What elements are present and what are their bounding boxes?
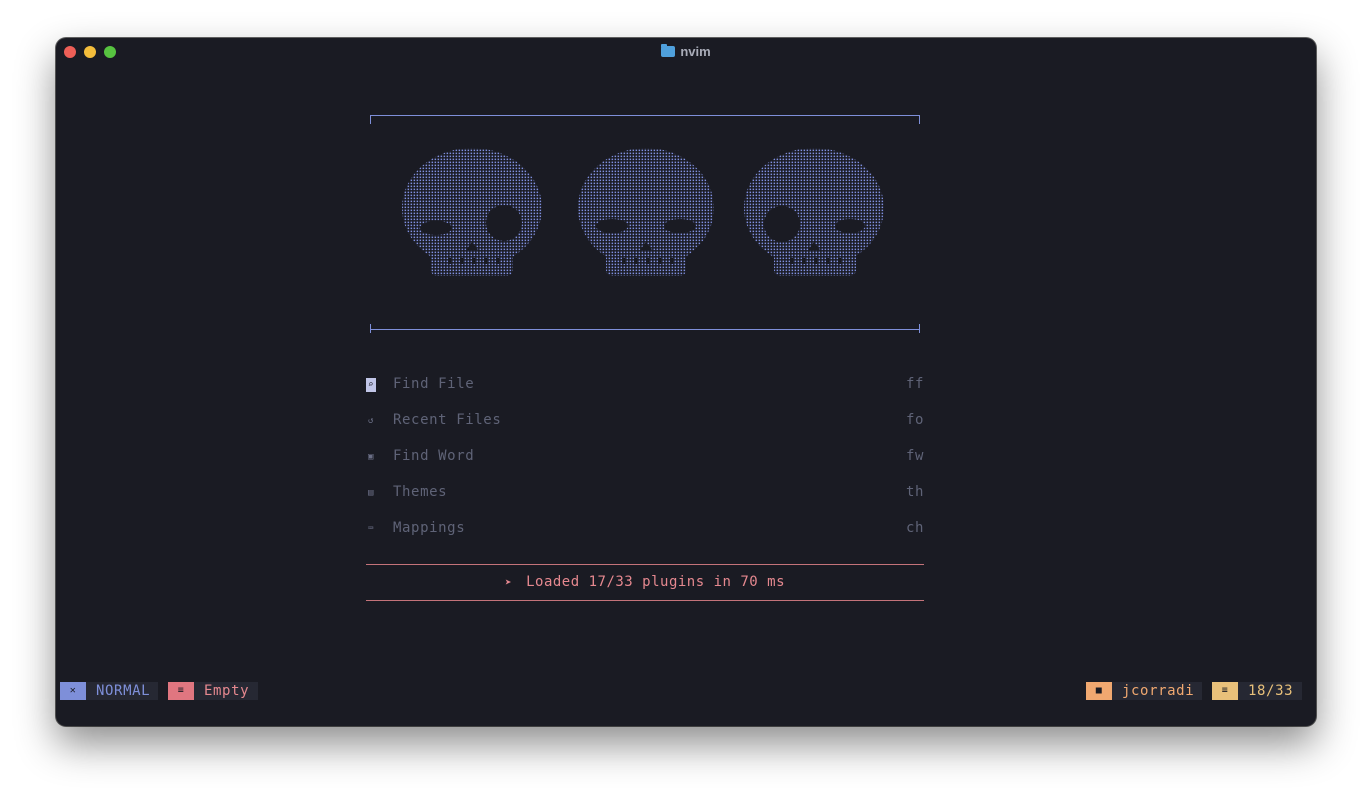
search-icon: ⌕ <box>366 378 376 392</box>
footer-top-separator <box>366 564 924 565</box>
keyboard-icon: ⌨ <box>367 524 375 534</box>
menu-item-label: Find File <box>393 376 475 392</box>
mode-label: NORMAL <box>96 683 151 699</box>
file-label: Empty <box>204 683 250 699</box>
cwd-label: jcorradi <box>1122 683 1195 699</box>
menu-item-find-word[interactable]: ▣ Find Word fw <box>366 448 924 468</box>
file-indicator: ≡ Empty <box>168 682 258 700</box>
position-label: 18/33 <box>1248 683 1294 699</box>
window-title-text: nvim <box>680 44 711 59</box>
menu-item-shortcut: fo <box>905 412 924 428</box>
header-top-right-tick <box>919 115 920 124</box>
skull-ascii-art <box>386 146 906 296</box>
header-bottom-border <box>370 329 920 330</box>
mode-indicator: ✕ NORMAL <box>60 682 158 700</box>
terminal-window: nvim ⌕ Find File ff ↺ Recent Files fo ▣ … <box>56 38 1316 726</box>
history-icon: ↺ <box>367 416 375 426</box>
menu-item-shortcut: fw <box>905 448 924 464</box>
lines-icon: ≡ <box>1212 682 1238 700</box>
menu-item-label: Mappings <box>393 520 466 536</box>
menu-item-shortcut: th <box>905 484 924 500</box>
plugin-load-text: Loaded 17/33 plugins in 70 ms <box>526 574 786 590</box>
vim-icon: ✕ <box>60 682 86 700</box>
title-bar: nvim <box>56 38 1316 66</box>
menu-item-shortcut: ch <box>905 520 924 536</box>
word-icon: ▣ <box>367 452 375 462</box>
header-top-border <box>370 115 920 116</box>
skull-right <box>386 146 906 296</box>
menu-item-label: Themes <box>393 484 448 500</box>
menu-item-label: Find Word <box>393 448 475 464</box>
menu-item-recent-files[interactable]: ↺ Recent Files fo <box>366 412 924 432</box>
header-top-left-tick <box>370 115 371 124</box>
footer-bottom-separator <box>366 600 924 601</box>
folder-icon: ■ <box>1086 682 1112 700</box>
cwd-indicator: ■ jcorradi <box>1086 682 1202 700</box>
menu-item-mappings[interactable]: ⌨ Mappings ch <box>366 520 924 540</box>
folder-icon <box>661 44 676 57</box>
menu-item-themes[interactable]: ▤ Themes th <box>366 484 924 504</box>
menu-item-label: Recent Files <box>393 412 502 428</box>
palette-icon: ▤ <box>367 488 375 498</box>
menu-item-find-file[interactable]: ⌕ Find File ff <box>366 376 924 396</box>
file-icon: ≡ <box>168 682 194 700</box>
plugin-load-message: ➤ Loaded 17/33 plugins in 70 ms <box>366 574 924 590</box>
header-bottom-left-tick <box>370 324 371 333</box>
menu-item-shortcut: ff <box>905 376 924 392</box>
position-indicator: ≡ 18/33 <box>1212 682 1302 700</box>
header-bottom-right-tick <box>919 324 920 333</box>
rocket-icon: ➤ <box>504 576 513 589</box>
window-title: nvim <box>56 44 1316 59</box>
